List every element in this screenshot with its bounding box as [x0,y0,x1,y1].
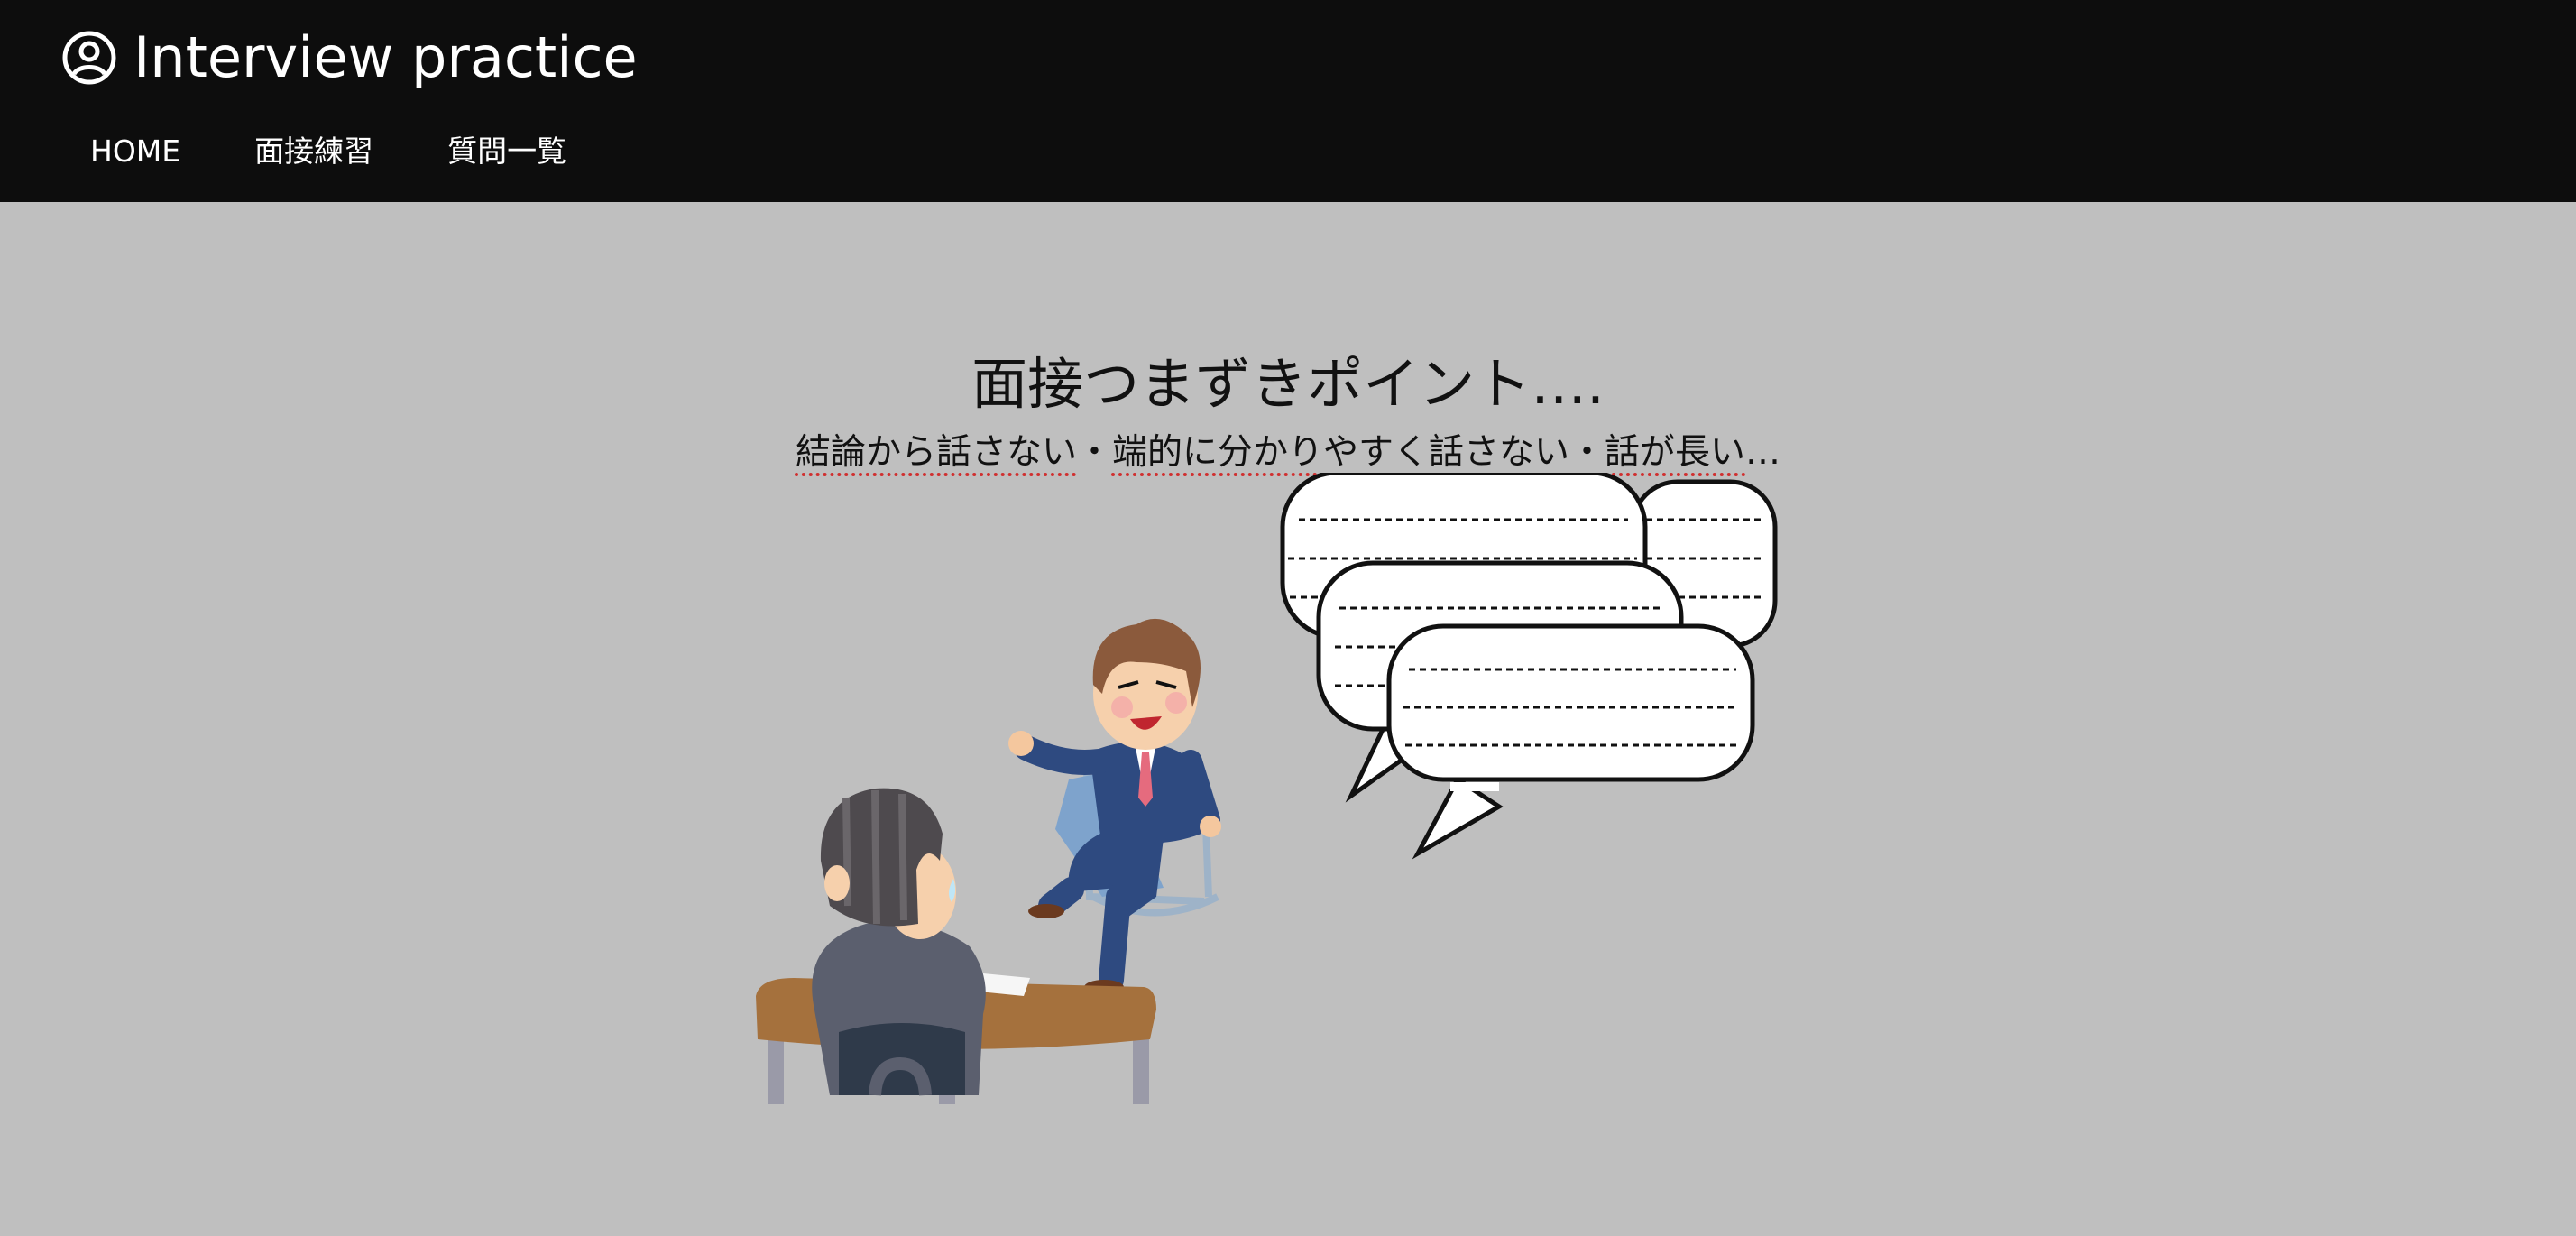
problem-list: 結論から話さない・端的に分かりやすく話さない・話が長い… [0,428,2576,478]
separator: ・ [1076,432,1112,473]
user-circle-icon [62,31,116,85]
speech-bubbles [1280,473,1778,860]
main-content: 面接つまずきポイント…. 結論から話さない・端的に分かりやすく話さない・話が長い… [0,202,2576,1236]
problem-item: 端的に分かりやすく話さない [1111,432,1569,473]
brand-title: Interview practice [133,24,638,90]
problem-item: 話が長い [1605,432,1746,473]
brand[interactable]: Interview practice [61,23,638,92]
nav-home[interactable]: HOME [90,128,180,175]
separator: ・ [1569,432,1605,473]
nav-question-list[interactable]: 質問一覧 [447,128,566,175]
ellipsis: … [1745,432,1781,473]
candidate-figure [1008,618,1221,994]
main-nav: HOME 面接練習 質問一覧 [90,128,566,175]
interview-illustration [756,473,1778,1104]
page-headline: 面接つまずきポイント…. [971,351,1605,417]
top-navbar: Interview practice HOME 面接練習 質問一覧 [0,0,2576,202]
problem-item: 結論から話さない [795,432,1077,473]
nav-interview-practice[interactable]: 面接練習 [254,128,373,175]
